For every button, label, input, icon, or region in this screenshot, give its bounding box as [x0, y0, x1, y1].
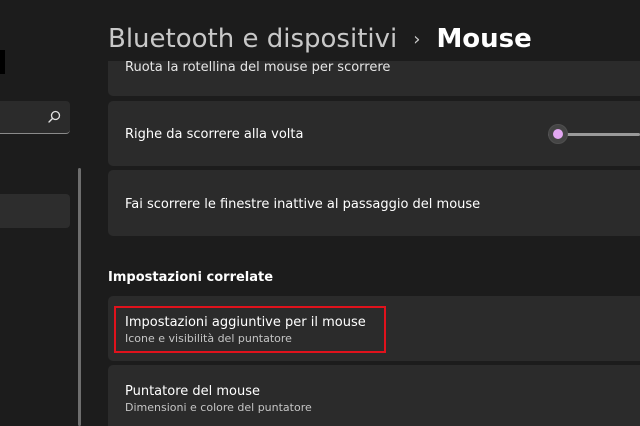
search-input[interactable] — [0, 101, 70, 134]
inactive-scroll-label: Fai scorrere le finestre inattive al pas… — [125, 197, 481, 212]
lines-to-scroll-label: Righe da scorrere alla volta — [125, 127, 304, 142]
slider-track[interactable] — [562, 133, 640, 136]
sidebar-item-selected[interactable] — [0, 194, 70, 228]
search-icon[interactable] — [46, 109, 62, 125]
breadcrumb-parent[interactable]: Bluetooth e dispositivi — [108, 24, 397, 54]
lines-to-scroll-slider[interactable] — [540, 123, 640, 145]
slider-thumb-dot — [553, 129, 563, 139]
sidebar-scrollbar[interactable] — [78, 168, 81, 426]
mouse-pointer-link[interactable]: Puntatore del mouse Dimensioni e colore … — [108, 365, 640, 426]
mouse-pointer-subtitle: Dimensioni e colore del puntatore — [125, 401, 312, 414]
scroll-wheel-label: Ruota la rotellina del mouse per scorrer… — [125, 60, 391, 75]
app-title-fragment — [0, 50, 5, 74]
highlight-annotation — [114, 306, 386, 353]
page-title: Mouse — [436, 24, 532, 54]
mouse-pointer-title: Puntatore del mouse — [125, 384, 261, 399]
sidebar — [0, 0, 86, 426]
lines-to-scroll-card: Righe da scorrere alla volta — [108, 101, 640, 166]
related-settings-heading: Impostazioni correlate — [108, 270, 274, 285]
chevron-right-icon: › — [413, 28, 421, 50]
slider-thumb[interactable] — [548, 124, 568, 144]
inactive-scroll-card[interactable]: Fai scorrere le finestre inattive al pas… — [108, 170, 640, 236]
breadcrumb: Bluetooth e dispositivi › Mouse — [108, 20, 532, 58]
